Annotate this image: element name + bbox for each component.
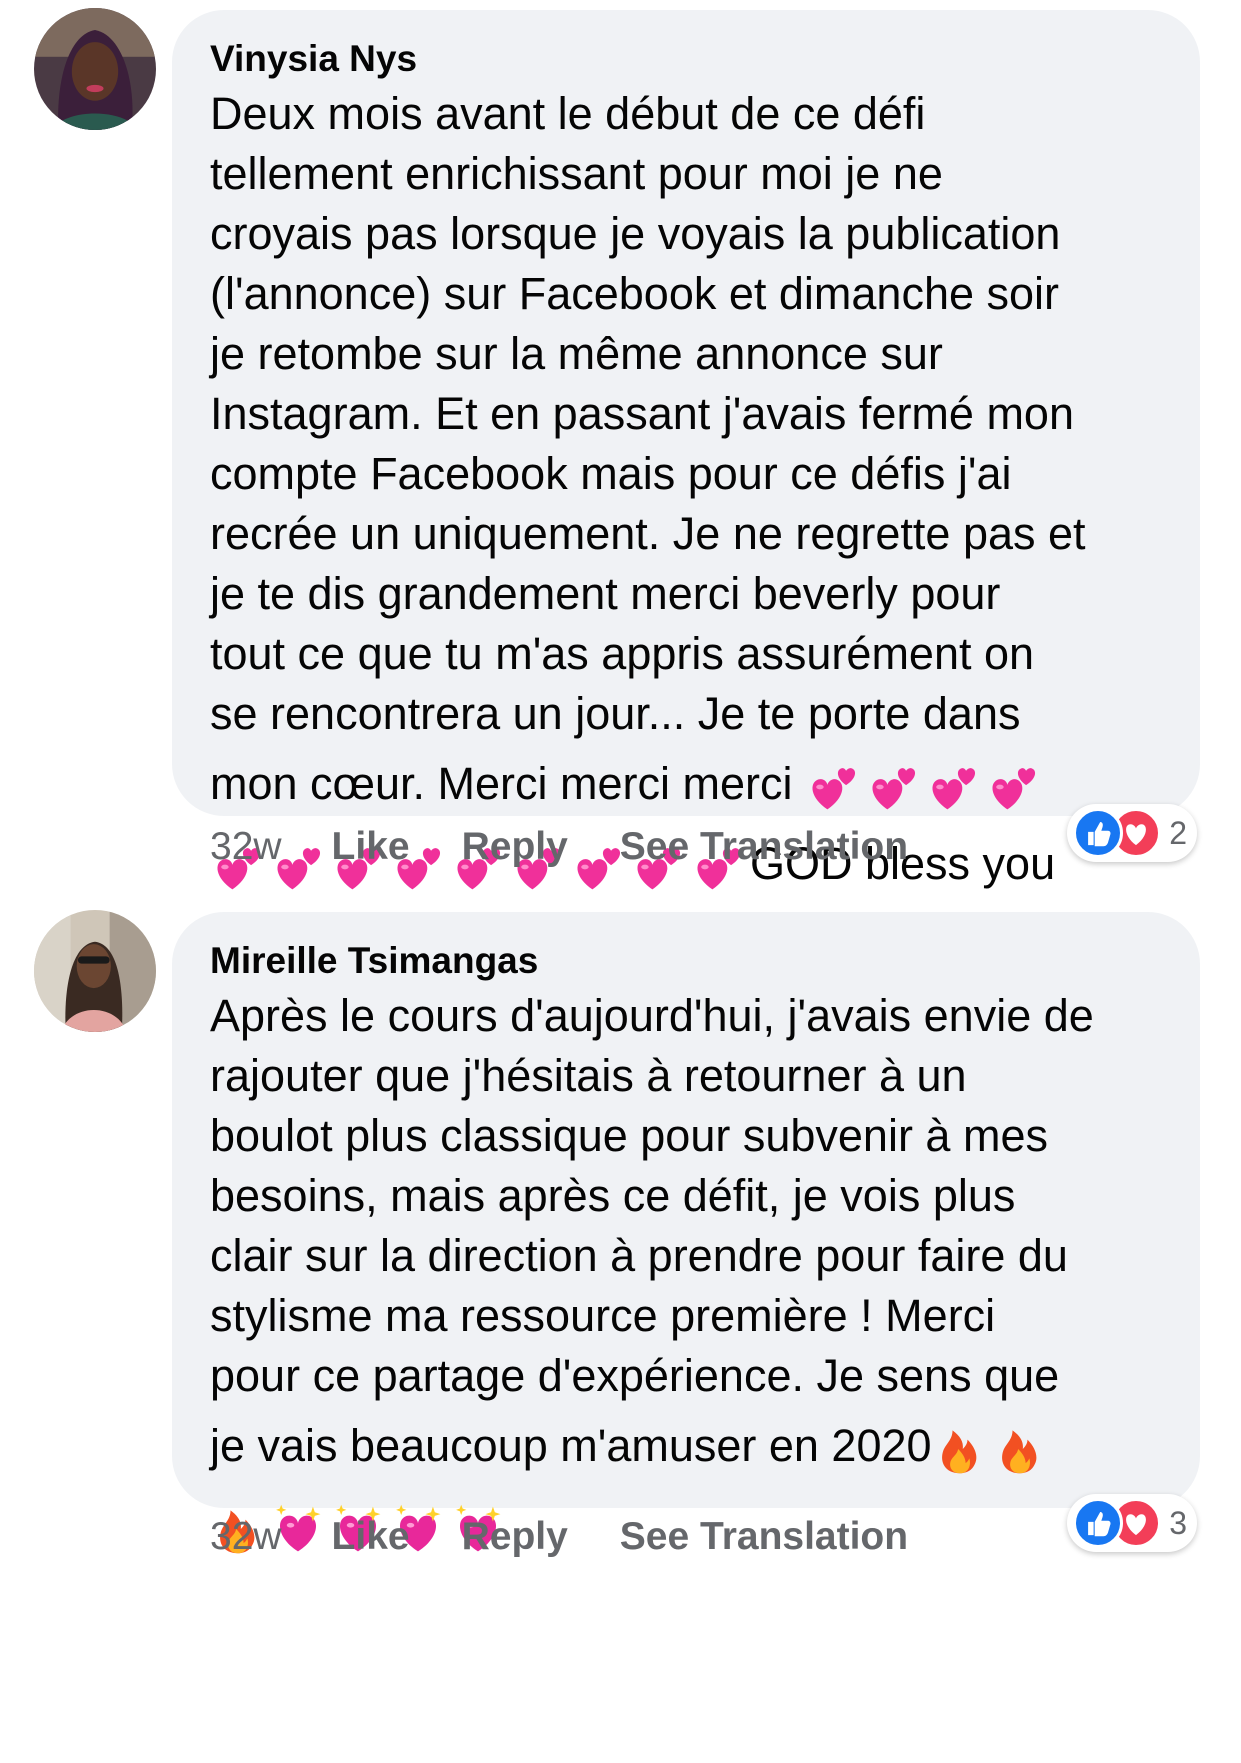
- comment-bubble: Vinysia Nys Deux mois avant le début de …: [172, 10, 1200, 890]
- like-reaction-icon: [1073, 1498, 1124, 1548]
- comment-line: Instagram. Et en passant j'avais fermé m…: [210, 388, 1074, 439]
- like-button[interactable]: Like: [332, 825, 410, 869]
- comment-line-text: je vais beaucoup m'amuser en 2020: [210, 1420, 932, 1471]
- comment-timestamp[interactable]: 32w: [210, 825, 282, 869]
- reactions-summary[interactable]: 3: [1067, 1494, 1197, 1552]
- comment-line: besoins, mais après ce défit, je vois pl…: [210, 1170, 1016, 1221]
- two-hearts-emoji-icon: [985, 758, 1041, 816]
- comment-line: clair sur la direction à prendre pour fa…: [210, 1230, 1068, 1281]
- avatar[interactable]: [34, 910, 156, 1032]
- author-name[interactable]: Vinysia Nys: [210, 36, 1170, 82]
- comment-line-text: mon cœur. Merci merci merci: [210, 758, 793, 809]
- emoji-group: [805, 758, 1045, 810]
- comment-line: Après le cours d'aujourd'hui, j'avais en…: [210, 990, 1094, 1041]
- comment-line: recrée un uniquement. Je ne regrette pas…: [210, 508, 1086, 559]
- comment-line: rajouter que j'hésitais à retourner à un: [210, 1050, 967, 1101]
- comment-bubble: Mireille Tsimangas Après le cours d'aujo…: [172, 912, 1200, 1554]
- reply-button[interactable]: Reply: [462, 825, 568, 869]
- comment-line: Deux mois avant le début de ce défi: [210, 88, 926, 139]
- comments-screen: Vinysia Nys Deux mois avant le début de …: [0, 0, 1241, 1763]
- two-hearts-emoji-icon: [805, 758, 861, 816]
- comment-line: tellement enrichissant pour moi je ne: [210, 148, 943, 199]
- comment-actions: 32w Like Reply See Translation: [210, 1510, 960, 1564]
- fire-emoji-icon: [932, 1420, 988, 1478]
- comment-text: Deux mois avant le début de ce défi tell…: [210, 84, 1170, 904]
- comment-text: Après le cours d'aujourd'hui, j'avais en…: [210, 986, 1170, 1566]
- avatar[interactable]: [34, 8, 156, 130]
- see-translation-button[interactable]: See Translation: [620, 1515, 908, 1559]
- comment-actions: 32w Like Reply See Translation: [210, 820, 960, 874]
- comment-line: (l'annonce) sur Facebook et dimanche soi…: [210, 268, 1060, 319]
- comment-timestamp[interactable]: 32w: [210, 1515, 282, 1559]
- fire-emoji-icon: [992, 1420, 1048, 1478]
- see-translation-button[interactable]: See Translation: [620, 825, 908, 869]
- comment-emoji-line: mon cœur. Merci merci merci: [210, 744, 1170, 824]
- reaction-count: 2: [1169, 814, 1187, 851]
- two-hearts-emoji-icon: [925, 758, 981, 816]
- comment-line: se rencontrera un jour... Je te porte da…: [210, 688, 1021, 739]
- comment-line: boulot plus classique pour subvenir à me…: [210, 1110, 1048, 1161]
- comment-line: je te dis grandement merci beverly pour: [210, 568, 1001, 619]
- reaction-count: 3: [1169, 1504, 1187, 1541]
- comment-line: stylisme ma ressource première ! Merci: [210, 1290, 996, 1341]
- comment-line: tout ce que tu m'as appris assurément on: [210, 628, 1035, 679]
- author-name[interactable]: Mireille Tsimangas: [210, 938, 1170, 984]
- comment-line: croyais pas lorsque je voyais la publica…: [210, 208, 1061, 259]
- emoji-group: [932, 1420, 1052, 1474]
- reactions-summary[interactable]: 2: [1067, 804, 1197, 862]
- like-reaction-icon: [1073, 808, 1124, 858]
- comment-line: pour ce partage d'expérience. Je sens qu…: [210, 1350, 1060, 1401]
- comment-emoji-line: je vais beaucoup m'amuser en 2020: [210, 1406, 1170, 1486]
- reply-button[interactable]: Reply: [462, 1515, 568, 1559]
- like-button[interactable]: Like: [332, 1515, 410, 1559]
- comment-line: je retombe sur la même annonce sur: [210, 328, 943, 379]
- comment-line: compte Facebook mais pour ce défis j'ai: [210, 448, 1012, 499]
- two-hearts-emoji-icon: [865, 758, 921, 816]
